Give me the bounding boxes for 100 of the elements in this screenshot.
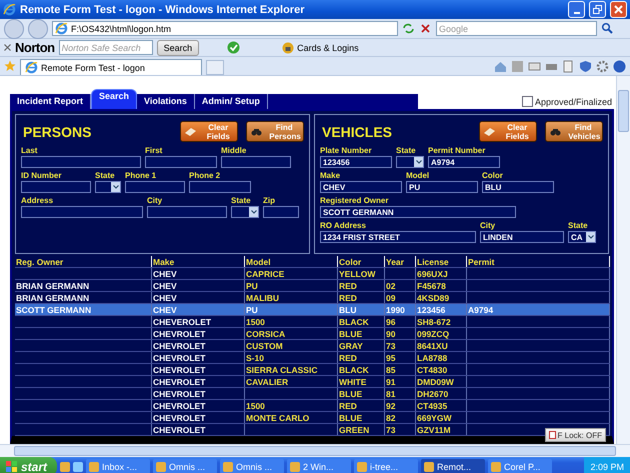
search-icon[interactable] [601,22,614,35]
table-row[interactable]: CHEVROLET S-10 RED 95 LA8788 [15,352,610,364]
tab[interactable]: Search [91,89,138,109]
table-row[interactable]: CHEVROLET CORSICA BLUE 90 099ZCQ [15,328,610,340]
field-label: Permit Number [428,146,486,156]
table-row[interactable]: CHEVROLET 1500 RED 92 CT4935 [15,400,610,412]
check-icon[interactable] [227,41,240,54]
quick-launch-icon[interactable] [60,462,70,472]
input-field[interactable] [147,206,227,218]
search-button[interactable]: Search [156,40,200,56]
input-field[interactable]: 123456 [320,156,392,168]
checkbox[interactable] [522,96,533,107]
settings-icon[interactable] [596,60,609,72]
table-cell: CHEV [152,268,244,280]
table-cell: CHEVROLET [152,412,244,424]
find-button[interactable]: Find Persons [246,121,304,142]
scrollbar[interactable] [616,76,630,444]
browser-tab[interactable]: Remote Form Test - logon [20,59,202,75]
back-button[interactable] [4,18,24,38]
input-field[interactable] [21,156,141,168]
column-header[interactable]: Permit [466,256,610,268]
caret-icon [588,235,594,239]
table-row[interactable]: CHEV CAPRICE YELLOW 696UXJ [15,268,610,280]
field-label: Last [21,146,38,156]
page-icon[interactable] [562,60,575,72]
input-field[interactable] [145,156,217,168]
column-header[interactable]: Color [338,256,384,268]
table-row[interactable]: CHEVROLET MONTE CARLO BLUE 82 669YGW [15,412,610,424]
input-field[interactable] [221,156,291,168]
taskbar-item[interactable]: 2 Win... [287,459,352,473]
clear-fields-button[interactable]: Clear Fields [180,121,238,142]
caret-icon [250,210,256,214]
mail-icon[interactable] [528,60,541,72]
table-cell: 02 [384,280,416,292]
table-row[interactable]: CHEVROLET BLUE 81 DH2670 [15,388,610,400]
table-cell: BLUE [338,388,384,400]
clear-fields-button[interactable]: Clear Fields [479,121,537,142]
column-header[interactable]: Year [384,256,416,268]
address-field[interactable]: F:\OS432\html\logon.htm [52,21,398,36]
input-field[interactable]: PU [406,181,478,193]
favorites-star-icon[interactable] [4,60,16,72]
taskbar-item[interactable]: i-tree... [354,459,418,473]
state-dropdown[interactable] [231,206,259,218]
input-field[interactable] [189,181,251,193]
taskbar-item[interactable]: Omnis ... [220,459,284,473]
taskbar-item[interactable]: Remot... [421,459,486,473]
state-dropdown[interactable] [396,156,424,168]
find-button[interactable]: Find Vehicles [545,121,603,142]
field-label: First [145,146,164,156]
table-cell: GRAY [338,340,384,352]
column-header[interactable]: Model [244,256,338,268]
column-header[interactable]: License [416,256,466,268]
input-field[interactable] [263,206,299,218]
field-label: Zip [263,196,276,206]
table-cell: CHEV [152,280,244,292]
field-label: City [147,196,164,206]
field-label: Color [482,171,504,181]
input-field[interactable] [125,181,185,193]
input-field[interactable]: BLU [482,181,554,193]
input-field[interactable]: 1234 FRIST STREET [320,231,476,243]
stop-icon[interactable] [419,22,432,35]
keyboard-lock-icon [548,431,556,439]
input-field[interactable]: A9794 [428,156,500,168]
table-cell: SIERRA CLASSIC [244,364,338,376]
input-field[interactable]: SCOTT GERMANN [320,206,516,218]
table-row[interactable]: CHEVROLET SIERRA CLASSIC BLACK 85 CT4830 [15,364,610,376]
taskbar-item[interactable]: Corel P... [488,459,552,473]
input-field[interactable] [21,181,91,193]
column-header[interactable]: Reg. Owner [15,256,152,268]
forward-button[interactable] [28,18,48,38]
table-row[interactable]: CHEVROLET CUSTOM GRAY 73 8641XU [15,340,610,352]
taskbar-item[interactable]: Inbox -... [86,459,150,473]
table-row[interactable]: BRIAN GERMANN CHEV PU RED 02 F45678 [15,280,610,292]
taskbar-item[interactable]: Omnis ... [153,459,218,473]
scrollbar[interactable] [0,444,630,457]
input-field[interactable]: CHEV [320,181,402,193]
table-row[interactable]: SCOTT GERMANN CHEV PU BLU 1990 123456 A9794 [15,304,610,316]
cards-logins-button[interactable]: Cards & Logins [276,40,365,54]
refresh-icon[interactable] [402,22,415,35]
input-field[interactable] [21,206,143,218]
table-cell: CHEVEROLET [152,316,244,328]
state-dropdown[interactable]: CA [568,231,596,243]
state-dropdown[interactable] [95,181,121,193]
field-label: RO Address [320,221,367,231]
close-button[interactable] [610,1,627,18]
minimize-button[interactable] [568,1,585,18]
field-label: City [480,221,496,231]
table-cell: PU [244,280,338,292]
table-row[interactable]: CHEVROLET CAVALIER WHITE 91 DMD09W [15,376,610,388]
windows-logo [6,460,18,472]
panel-title: PERSONS [22,124,92,140]
checkbox-label: Approved/Finalized [534,96,612,106]
shield-icon[interactable] [579,60,592,72]
table-row[interactable]: CHEVEROLET 1500 BLACK 96 SH8-672 [15,316,610,328]
close-icon[interactable] [4,44,11,51]
restore-button[interactable] [589,1,606,18]
column-header[interactable]: Make [152,256,244,268]
quick-launch-icon[interactable] [73,462,84,472]
start-button[interactable]: start [0,457,58,473]
input-field[interactable]: LINDEN [480,231,564,243]
